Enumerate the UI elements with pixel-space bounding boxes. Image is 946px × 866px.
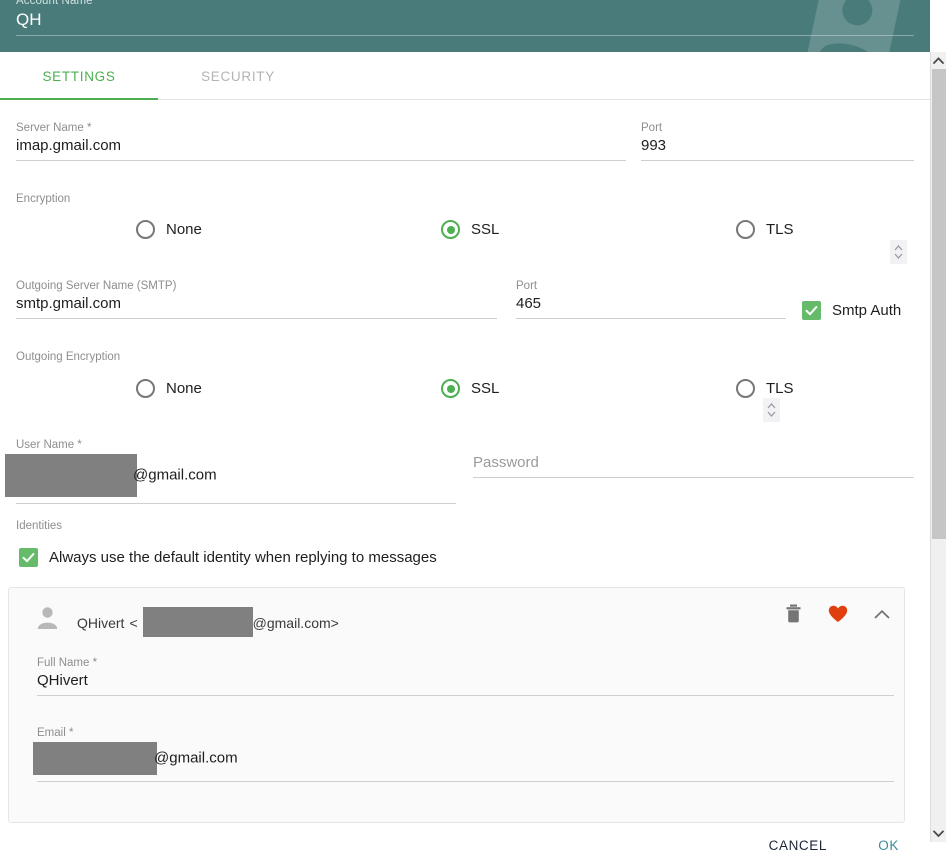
default-identity-label: Always use the default identity when rep… xyxy=(49,549,437,566)
identity-email-domain: @gmail.com xyxy=(154,749,238,767)
radio-none-icon xyxy=(136,220,155,239)
tab-security-label: SECURITY xyxy=(201,68,275,84)
encryption-tls-label: TLS xyxy=(766,221,794,238)
outgoing-server-name-label: Outgoing Server Name (SMTP) xyxy=(16,280,177,292)
identity-card-header[interactable]: QHivert < @gmail.com> xyxy=(9,588,904,646)
incoming-port-label: Port xyxy=(641,122,663,134)
tab-bar: SETTINGS SECURITY xyxy=(0,52,930,101)
smtp-auth-label: Smtp Auth xyxy=(832,302,902,319)
radio-ssl-icon xyxy=(441,220,460,239)
identity-full-name-label: Full Name * xyxy=(37,657,98,669)
identity-email-field: Email * @gmail.com xyxy=(33,727,894,782)
radio-outgoing-none-icon xyxy=(136,379,155,398)
outgoing-encryption-group-label: Outgoing Encryption xyxy=(16,351,121,363)
default-identity-checkbox[interactable]: Always use the default identity when rep… xyxy=(19,548,437,567)
account-name-value[interactable]: QH xyxy=(16,10,42,30)
outgoing-encryption-option-none[interactable]: None xyxy=(136,379,202,398)
identity-title: QHivert < @gmail.com> xyxy=(77,607,339,637)
encryption-option-tls[interactable]: TLS xyxy=(736,220,794,239)
favorite-identity-button[interactable] xyxy=(828,605,848,628)
cancel-button[interactable]: CANCEL xyxy=(769,838,827,853)
encryption-none-label: None xyxy=(166,221,202,238)
identity-email-redaction xyxy=(142,607,253,637)
identity-title-name: QHivert xyxy=(77,615,125,631)
identity-email-label: Email * xyxy=(37,727,74,739)
checkbox-checked-icon xyxy=(19,548,38,567)
outgoing-encryption-tls-label: TLS xyxy=(766,380,794,397)
outgoing-encryption-option-tls[interactable]: TLS xyxy=(736,379,794,398)
ok-button[interactable]: OK xyxy=(878,838,899,853)
incoming-port-input[interactable]: 993 xyxy=(641,137,914,161)
encryption-option-none[interactable]: None xyxy=(136,220,202,239)
incoming-port-field: Port 993 xyxy=(641,122,914,161)
identity-card: QHivert < @gmail.com> Full Name * QHiver… xyxy=(8,587,905,823)
encryption-ssl-label: SSL xyxy=(471,221,500,238)
server-name-input[interactable]: imap.gmail.com xyxy=(16,137,626,161)
outgoing-encryption-none-label: None xyxy=(166,380,202,397)
identity-title-email: @gmail.com> xyxy=(252,615,339,631)
collapse-identity-button[interactable] xyxy=(874,607,890,625)
scrollbar-thumb[interactable] xyxy=(932,69,946,539)
identity-action-bar xyxy=(785,604,890,628)
scrollbar-up-button[interactable] xyxy=(931,52,946,69)
person-avatar-icon xyxy=(35,605,60,635)
settings-scroll-area: Server Name * imap.gmail.com Port 993 En… xyxy=(0,100,930,830)
server-name-label: Server Name * xyxy=(16,122,92,134)
password-label xyxy=(473,439,914,451)
identity-email-input-redaction xyxy=(33,742,157,775)
incoming-port-stepper[interactable] xyxy=(890,240,907,264)
identities-label: Identities xyxy=(16,520,63,532)
outgoing-port-input[interactable]: 465 xyxy=(516,295,786,319)
user-name-domain: @gmail.com xyxy=(133,466,217,484)
scrollbar-down-button[interactable] xyxy=(931,825,946,842)
user-name-field: User Name * @gmail.com xyxy=(5,439,456,504)
password-field: Password xyxy=(473,439,914,478)
outgoing-port-stepper[interactable] xyxy=(763,398,780,422)
identity-full-name-input[interactable]: QHivert xyxy=(37,672,894,696)
radio-tls-icon xyxy=(736,220,755,239)
vertical-scrollbar[interactable] xyxy=(930,52,946,842)
user-name-label: User Name * xyxy=(16,439,82,451)
account-avatar-watermark-icon xyxy=(797,0,911,52)
outgoing-server-name-field: Outgoing Server Name (SMTP) smtp.gmail.c… xyxy=(16,280,497,319)
checkbox-checked-icon xyxy=(802,301,821,320)
identity-email-input[interactable]: @gmail.com xyxy=(33,742,894,782)
account-name-label: Account Name xyxy=(16,0,93,7)
tab-settings-label: SETTINGS xyxy=(42,68,116,84)
radio-outgoing-tls-icon xyxy=(736,379,755,398)
radio-outgoing-ssl-icon xyxy=(441,379,460,398)
account-settings-dialog: Account Name QH SETTINGS SECURITY Server… xyxy=(0,0,946,866)
identity-full-name-field: Full Name * QHivert xyxy=(37,657,894,696)
identity-title-separator: < xyxy=(129,615,138,631)
tab-security[interactable]: SECURITY xyxy=(158,52,318,100)
encryption-option-ssl[interactable]: SSL xyxy=(441,220,499,239)
user-name-redaction xyxy=(5,454,137,497)
delete-identity-button[interactable] xyxy=(785,604,802,628)
dialog-header: Account Name QH xyxy=(0,0,930,52)
outgoing-encryption-ssl-label: SSL xyxy=(471,380,500,397)
outgoing-port-field: Port 465 xyxy=(516,280,786,319)
outgoing-port-label: Port xyxy=(516,280,538,292)
tab-settings[interactable]: SETTINGS xyxy=(0,52,158,100)
user-name-input[interactable]: @gmail.com xyxy=(5,454,456,504)
server-name-field: Server Name * imap.gmail.com xyxy=(16,122,626,161)
smtp-auth-checkbox[interactable]: Smtp Auth xyxy=(802,301,901,320)
encryption-group-label: Encryption xyxy=(16,193,71,205)
outgoing-server-name-input[interactable]: smtp.gmail.com xyxy=(16,295,497,319)
password-input[interactable]: Password xyxy=(473,454,914,478)
account-name-underline xyxy=(16,35,914,36)
dialog-footer: CANCEL OK xyxy=(0,830,930,866)
outgoing-encryption-option-ssl[interactable]: SSL xyxy=(441,379,499,398)
